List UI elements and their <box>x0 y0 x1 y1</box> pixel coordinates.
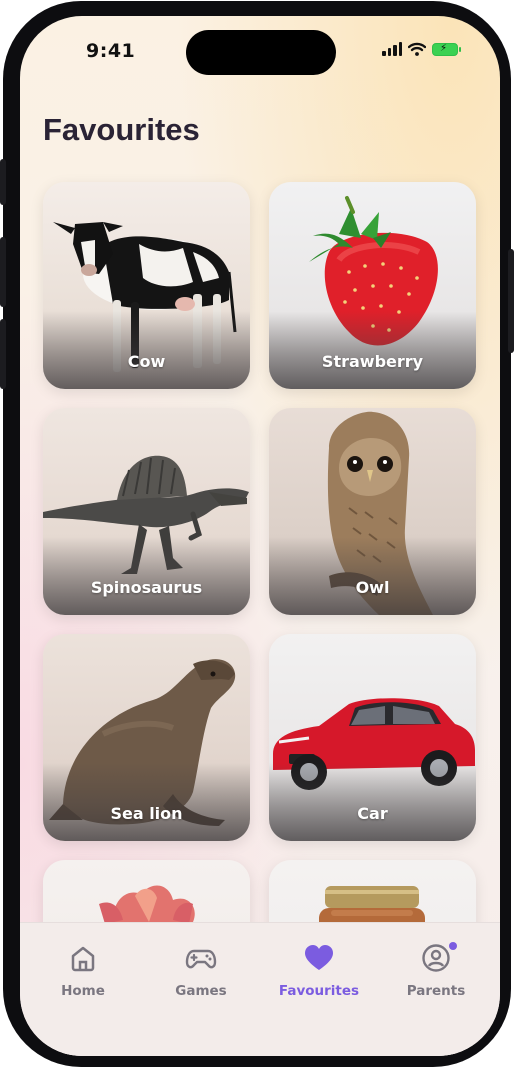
notification-dot <box>449 942 457 950</box>
status-bar: 9:41 ⚡ <box>20 16 500 96</box>
nav-item-home[interactable]: Home <box>28 943 138 999</box>
card-shade <box>43 311 250 389</box>
card-label: Strawberry <box>321 352 424 371</box>
volume-down-button <box>0 319 6 389</box>
nav-item-favourites[interactable]: Favourites <box>264 943 374 999</box>
power-button <box>508 249 514 353</box>
bottom-nav: Home Games Favourites Parents <box>20 922 500 1056</box>
user-circle-icon <box>422 944 450 972</box>
card-label: Cow <box>127 352 166 371</box>
card-label: Sea lion <box>110 804 183 823</box>
app-screen: 9:41 ⚡ Favourites Cow Strawberry Spinosa… <box>20 16 500 1056</box>
nav-item-parents[interactable]: Parents <box>381 942 491 999</box>
battery-charging-icon: ⚡ <box>432 42 461 56</box>
nav-label-games: Games <box>175 983 227 999</box>
card-label: Spinosaurus <box>90 578 203 597</box>
status-time: 9:41 <box>86 40 136 62</box>
favourite-card-owl[interactable]: Owl <box>269 408 476 615</box>
nav-label-home: Home <box>61 983 105 999</box>
page-title: Favourites <box>43 112 200 147</box>
wifi-icon <box>408 42 426 56</box>
card-label: Car <box>357 804 388 823</box>
dynamic-island <box>186 30 336 75</box>
favourite-card-strawberry[interactable]: Strawberry <box>269 182 476 389</box>
gamepad-icon <box>185 949 217 969</box>
nav-label-parents: Parents <box>406 983 466 999</box>
heart-icon <box>305 945 333 970</box>
favourite-card-spinosaurus[interactable]: Spinosaurus <box>43 408 250 615</box>
card-shade <box>43 763 250 841</box>
action-button <box>0 159 6 205</box>
card-shade <box>43 537 250 615</box>
card-shade <box>269 311 476 389</box>
home-icon <box>71 946 95 972</box>
nav-label-favourites: Favourites <box>278 983 360 999</box>
card-label: Owl <box>355 578 390 597</box>
nav-item-games[interactable]: Games <box>146 943 256 999</box>
favourite-card-cow[interactable]: Cow <box>43 182 250 389</box>
status-icons: ⚡ <box>382 42 461 56</box>
card-shade <box>269 537 476 615</box>
favourite-card-car[interactable]: Car <box>269 634 476 841</box>
phone-frame: 9:41 ⚡ Favourites Cow Strawberry Spinosa… <box>0 1 514 1067</box>
card-shade <box>269 763 476 841</box>
signal-icon <box>382 42 402 56</box>
favourite-card-sea-lion[interactable]: Sea lion <box>43 634 250 841</box>
volume-up-button <box>0 237 6 307</box>
